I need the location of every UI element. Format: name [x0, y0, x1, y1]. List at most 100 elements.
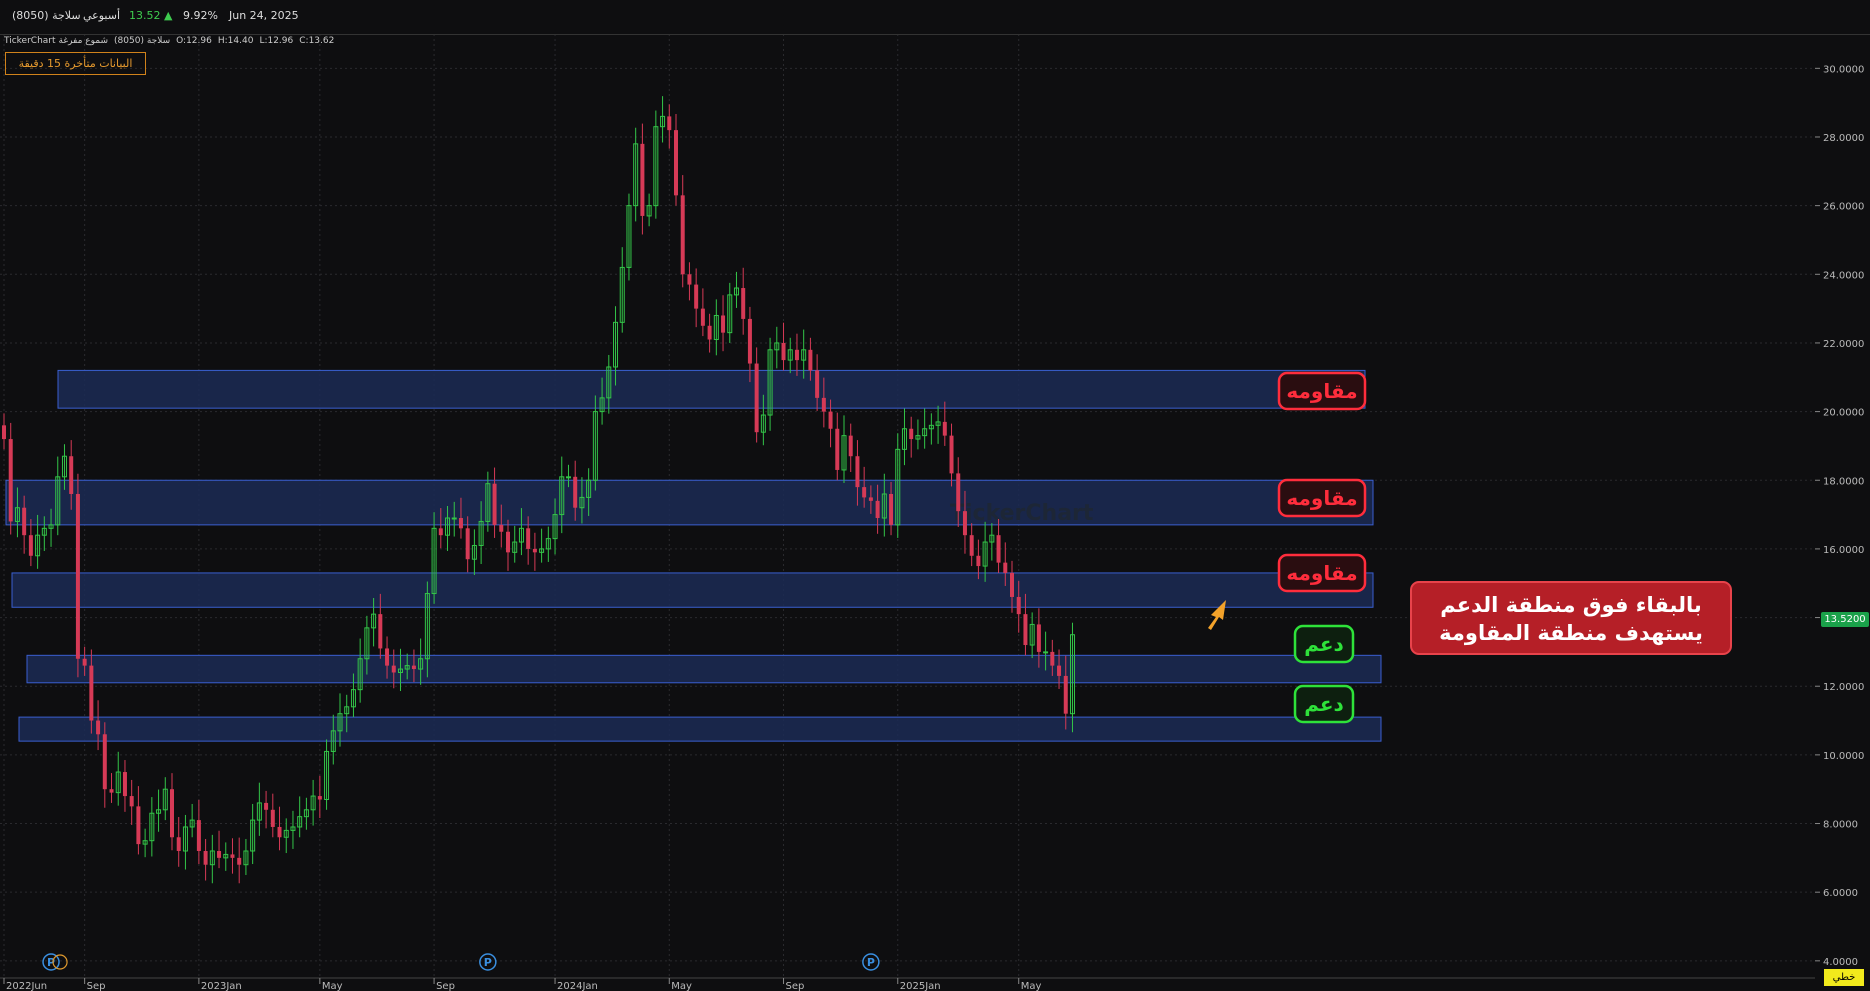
y-tick-label: 8.0000 [1823, 820, 1858, 831]
candle-body-down [217, 850, 222, 858]
dividend-icon[interactable] [52, 954, 68, 970]
candle-body-down [458, 518, 463, 529]
candle-body-down [815, 370, 820, 398]
candle-body-down [499, 524, 504, 532]
candle-body-down [1036, 624, 1041, 652]
candle-body-down [667, 116, 672, 131]
candle-body-down [28, 535, 33, 556]
candle-body-down [8, 439, 13, 522]
analysis-callout: بالبقاء فوق منطقة الدعم يستهدف منطقة الم… [1410, 581, 1732, 655]
y-tick-label: 30.0000 [1823, 64, 1864, 75]
candle-body-down [855, 456, 860, 488]
zones [5, 369, 1382, 742]
y-tick-label: 10.0000 [1823, 751, 1864, 762]
y-tick-label: 18.0000 [1823, 476, 1864, 487]
candle-body-down [230, 854, 235, 858]
candle-body-down [411, 665, 416, 670]
candle-body-down [506, 531, 510, 553]
candle-body-down [1063, 675, 1068, 714]
candle-body-down [828, 411, 833, 429]
x-tick-label: Sep [87, 981, 106, 991]
candle-body-down [640, 143, 645, 216]
x-axis: 2022Jun Sep 2023Jan May Sep 2024Jan May Sep 2025… [0, 977, 1815, 991]
candle-body-up [451, 517, 457, 520]
candle-body-down [862, 487, 867, 498]
candle-body-down [176, 837, 181, 851]
candle-body-down [438, 528, 443, 536]
x-tick-label: May [322, 981, 343, 991]
candle-body-down [835, 428, 840, 470]
y-tick-label: 26.0000 [1823, 202, 1864, 213]
zone-resistance [11, 572, 1374, 608]
resistance-label: مقاومه [1286, 486, 1357, 510]
candle-body-down [102, 734, 107, 790]
candle-body-down [75, 493, 80, 659]
candle-body-down [821, 397, 826, 412]
candle-body-down [707, 325, 712, 340]
candle-body-down [122, 772, 127, 797]
candle-body-down [1010, 572, 1014, 597]
candle-body-down [237, 857, 242, 865]
candle-body-down [721, 315, 726, 333]
candle-body-down [868, 497, 873, 501]
zone-support [18, 716, 1382, 742]
source-label: TickerChart [4, 36, 56, 46]
high-value: H:14.40 [217, 36, 254, 46]
candle-body-down [909, 428, 914, 440]
y-axis: 30.0000 28.0000 26.0000 24.0000 22.0000 20.00… [1815, 64, 1864, 968]
period-label[interactable]: أسبوعي [83, 9, 120, 22]
candle-body-down [378, 614, 383, 649]
zone-resistance [5, 479, 1374, 526]
candle-body-down [532, 548, 537, 553]
candle-body-down [385, 648, 390, 666]
up-arrow-icon: ▲ [164, 9, 173, 22]
candle-body-down [962, 511, 967, 536]
candle-body-down [1050, 651, 1055, 666]
y-tick-label: 4.0000 [1823, 957, 1858, 968]
delayed-data-notice: البيانات متأخرة 15 دقيقة [5, 52, 146, 75]
candle-body-down [82, 658, 87, 666]
x-tick-label: 2025Jan [900, 981, 941, 991]
line-chart-button[interactable]: خطي [1824, 969, 1864, 986]
x-tick-label: May [1021, 981, 1042, 991]
x-tick-label: Sep [436, 981, 455, 991]
x-tick-label: May [671, 981, 692, 991]
candle-body-down [317, 796, 322, 800]
candle-body-down [492, 483, 497, 525]
candle-body-down [889, 493, 894, 525]
x-tick-label: 2022Jun [6, 981, 47, 991]
candle-body-down [170, 789, 174, 838]
pivot-markers: PPP [42, 953, 880, 971]
y-tick-label: 24.0000 [1823, 270, 1864, 281]
chart-kind: شموع مفرغة [58, 36, 109, 46]
open-value: O:12.96 [176, 36, 212, 46]
callout-line-1: بالبقاء فوق منطقة الدعم [1440, 593, 1702, 617]
info-symbol: سلاجة (8050) [114, 36, 171, 46]
candle-body-up [1043, 651, 1049, 654]
candle-body-down [808, 349, 813, 371]
candle-body-down [942, 421, 947, 436]
candle-body-down [89, 665, 94, 721]
candle-body-down [996, 535, 1001, 563]
candle-body-down [391, 665, 396, 673]
candle-body-down [875, 500, 880, 519]
candle-body-down [781, 342, 786, 361]
resistance-label: مقاومه [1286, 379, 1357, 403]
candle-body-down [674, 130, 678, 196]
candle-body-down [680, 195, 685, 275]
ohlc-info: TickerChart سلاجة (8050) شموع مفرغة O:12.96… [4, 36, 340, 46]
candle-body-down [2, 425, 6, 440]
price-chart[interactable]: TickerChart 30.0000 28.0000 26.0000 24.0000… [0, 0, 1870, 991]
candle-body-down [22, 507, 27, 536]
symbol-label[interactable]: سلاجة (8050) [12, 9, 81, 22]
y-tick-label: 12.0000 [1823, 682, 1864, 693]
candle-body-down [69, 456, 74, 494]
candle-body-down [687, 274, 692, 285]
y-tick-label: 6.0000 [1823, 888, 1858, 899]
zone-support [26, 654, 1382, 684]
support-label: دعم [1304, 632, 1344, 656]
support-label: دعم [1304, 692, 1344, 716]
candle-body-down [700, 308, 705, 326]
candle-body-down [96, 720, 101, 735]
candle-body-down [741, 288, 746, 319]
